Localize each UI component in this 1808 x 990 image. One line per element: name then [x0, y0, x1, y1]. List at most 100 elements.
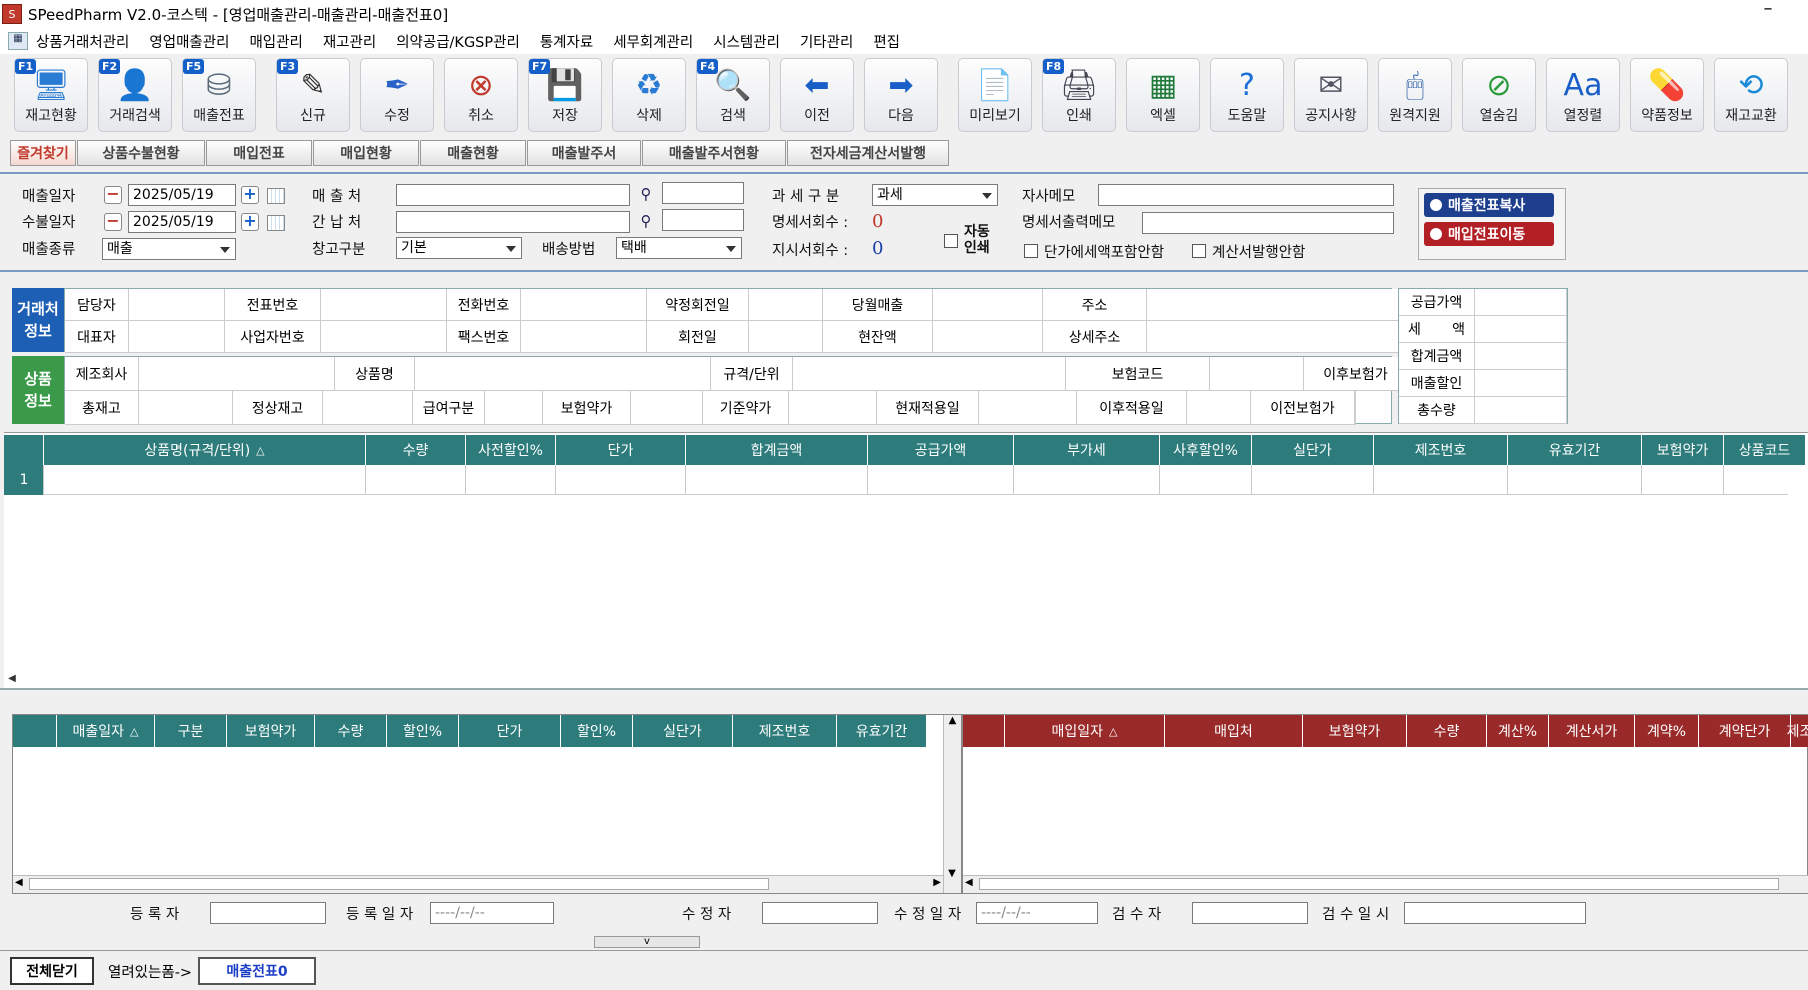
history-column-header[interactable]: 보험약가: [1303, 715, 1407, 747]
delivery-select[interactable]: 택배: [616, 237, 742, 259]
horizontal-scrollbar[interactable]: ◀: [963, 875, 1808, 893]
no-invoice-checkbox[interactable]: [1192, 244, 1206, 258]
toolbar-button-14[interactable]: ? 도움말: [1210, 58, 1284, 132]
grid-column-header[interactable]: 제조번호: [1374, 435, 1508, 465]
info-value[interactable]: [1210, 357, 1304, 391]
grid-corner[interactable]: [4, 435, 44, 465]
customer-input[interactable]: [396, 184, 630, 206]
scroll-right-icon[interactable]: ▶: [933, 877, 941, 888]
menu-item-statistics[interactable]: 통계자료: [540, 31, 593, 52]
tab-purchase-slip[interactable]: 매입전표: [206, 140, 312, 166]
toolbar-button-7[interactable]: ♻ 삭제: [612, 58, 686, 132]
menu-item-product-customer[interactable]: 상품거래처관리: [36, 31, 129, 52]
info-value[interactable]: [321, 289, 447, 321]
toolbar-button-0[interactable]: 🖥 F1 재고현황: [14, 58, 88, 132]
receipt-date-input[interactable]: 2025/05/19: [128, 211, 236, 233]
tab-sales-order-status[interactable]: 매출발주서현황: [642, 140, 786, 166]
history-column-header[interactable]: 제조번호: [733, 715, 837, 747]
toolbar-button-3[interactable]: ✎ F3 신규: [276, 58, 350, 132]
grid-column-header[interactable]: 수량: [366, 435, 466, 465]
toolbar-button-4[interactable]: ✒ 수정: [360, 58, 434, 132]
history-column-header[interactable]: 매출일자: [57, 715, 155, 747]
check-date-input[interactable]: [1404, 902, 1586, 924]
grid-column-header[interactable]: 보험약가: [1642, 435, 1724, 465]
tax-type-select[interactable]: 과세: [872, 184, 998, 206]
toolbar-button-10[interactable]: ➡ 다음: [864, 58, 938, 132]
toolbar-button-9[interactable]: ⬅ 이전: [780, 58, 854, 132]
history-column-header[interactable]: 계산%: [1487, 715, 1549, 747]
info-value[interactable]: [631, 391, 703, 425]
history-column-header[interactable]: 구분: [155, 715, 227, 747]
grid-column-header[interactable]: 단가: [556, 435, 686, 465]
copy-sales-slip-button[interactable]: 매출전표복사: [1424, 193, 1554, 217]
tax-included-checkbox[interactable]: [1024, 244, 1038, 258]
menu-item-inventory[interactable]: 재고관리: [323, 31, 376, 52]
info-value[interactable]: [139, 357, 335, 391]
menu-item-sales[interactable]: 영업매출관리: [149, 31, 229, 52]
close-all-button[interactable]: 전체닫기: [10, 957, 94, 985]
move-purchase-slip-button[interactable]: 매입전표이동: [1424, 222, 1554, 246]
history-column-header[interactable]: 매입처: [1165, 715, 1303, 747]
info-value[interactable]: [323, 391, 413, 425]
scroll-down-icon[interactable]: ▼: [944, 868, 960, 879]
grid-column-header[interactable]: 합계금액: [686, 435, 868, 465]
toolbar-button-12[interactable]: 🖨 F8 인쇄: [1042, 58, 1116, 132]
toolbar-button-8[interactable]: 🔍 F4 검색: [696, 58, 770, 132]
tab-sales-status[interactable]: 매출현황: [420, 140, 526, 166]
info-value[interactable]: [789, 391, 877, 425]
menu-item-etc[interactable]: 기타관리: [800, 31, 853, 52]
toolbar-button-11[interactable]: 📄 미리보기: [958, 58, 1032, 132]
sales-type-select[interactable]: 매출: [102, 238, 236, 260]
grid-column-header[interactable]: 사후할인%: [1160, 435, 1252, 465]
toolbar-button-5[interactable]: ⊗ 취소: [444, 58, 518, 132]
warehouse-select[interactable]: 기본: [396, 237, 522, 259]
toolbar-button-17[interactable]: ⊘ 열숨김: [1462, 58, 1536, 132]
menu-item-purchase[interactable]: 매입관리: [249, 31, 302, 52]
sales-date-minus-button[interactable]: −: [104, 186, 122, 204]
mdi-document-icon[interactable]: ▦: [8, 32, 28, 50]
history-column-header[interactable]: 계약%: [1635, 715, 1699, 747]
tab-favorites[interactable]: 즐겨찾기: [10, 140, 76, 166]
scroll-left-icon[interactable]: ◀: [4, 671, 20, 687]
payer-search-icon[interactable]: ⚲: [636, 211, 656, 231]
customer-code-input[interactable]: [662, 182, 744, 204]
payer-code-input[interactable]: [662, 209, 744, 231]
receipt-date-plus-button[interactable]: +: [241, 213, 259, 231]
mod-date-input[interactable]: ----/--/--: [976, 902, 1098, 924]
grid-column-header[interactable]: 사전할인%: [466, 435, 556, 465]
grid-corner[interactable]: [963, 715, 1005, 747]
info-value[interactable]: [933, 289, 1043, 321]
history-column-header[interactable]: 보험약가: [227, 715, 315, 747]
calendar-icon[interactable]: [267, 188, 285, 204]
print-memo-input[interactable]: [1142, 212, 1394, 234]
info-value[interactable]: [933, 321, 1043, 353]
grid-corner[interactable]: [13, 715, 57, 747]
info-value[interactable]: [749, 321, 823, 353]
auto-print-checkbox[interactable]: [944, 234, 958, 248]
scroll-thumb[interactable]: [979, 878, 1779, 890]
toolbar-button-15[interactable]: ✉ 공지사항: [1294, 58, 1368, 132]
info-value[interactable]: [521, 289, 647, 321]
toolbar-button-1[interactable]: 👤 F2 거래검색: [98, 58, 172, 132]
toolbar-button-16[interactable]: 🖱 원격지원: [1378, 58, 1452, 132]
info-value[interactable]: [129, 289, 225, 321]
info-value[interactable]: [1187, 391, 1251, 425]
history-column-header[interactable]: 실단가: [633, 715, 733, 747]
history-column-header[interactable]: 매입일자: [1005, 715, 1165, 747]
grid-column-header[interactable]: 상품명(규격/단위): [44, 435, 366, 465]
check-user-input[interactable]: [1192, 902, 1308, 924]
history-column-header[interactable]: 유효기간: [837, 715, 927, 747]
collapse-button[interactable]: v: [594, 936, 700, 948]
open-form-tab[interactable]: 매출전표0: [198, 957, 316, 985]
grid-column-header[interactable]: 공급가액: [868, 435, 1014, 465]
tab-purchase-status[interactable]: 매입현황: [313, 140, 419, 166]
info-value[interactable]: [485, 391, 543, 425]
tab-sales-order[interactable]: 매출발주서: [527, 140, 641, 166]
grid-column-header[interactable]: 상품코드: [1724, 435, 1806, 465]
toolbar-button-6[interactable]: 💾 F7 저장: [528, 58, 602, 132]
toolbar-button-18[interactable]: Aa 열정렬: [1546, 58, 1620, 132]
horizontal-scrollbar[interactable]: ◀ ▶: [13, 875, 943, 893]
info-value[interactable]: [1355, 391, 1356, 425]
info-value[interactable]: [321, 321, 447, 353]
info-value[interactable]: [139, 391, 233, 425]
